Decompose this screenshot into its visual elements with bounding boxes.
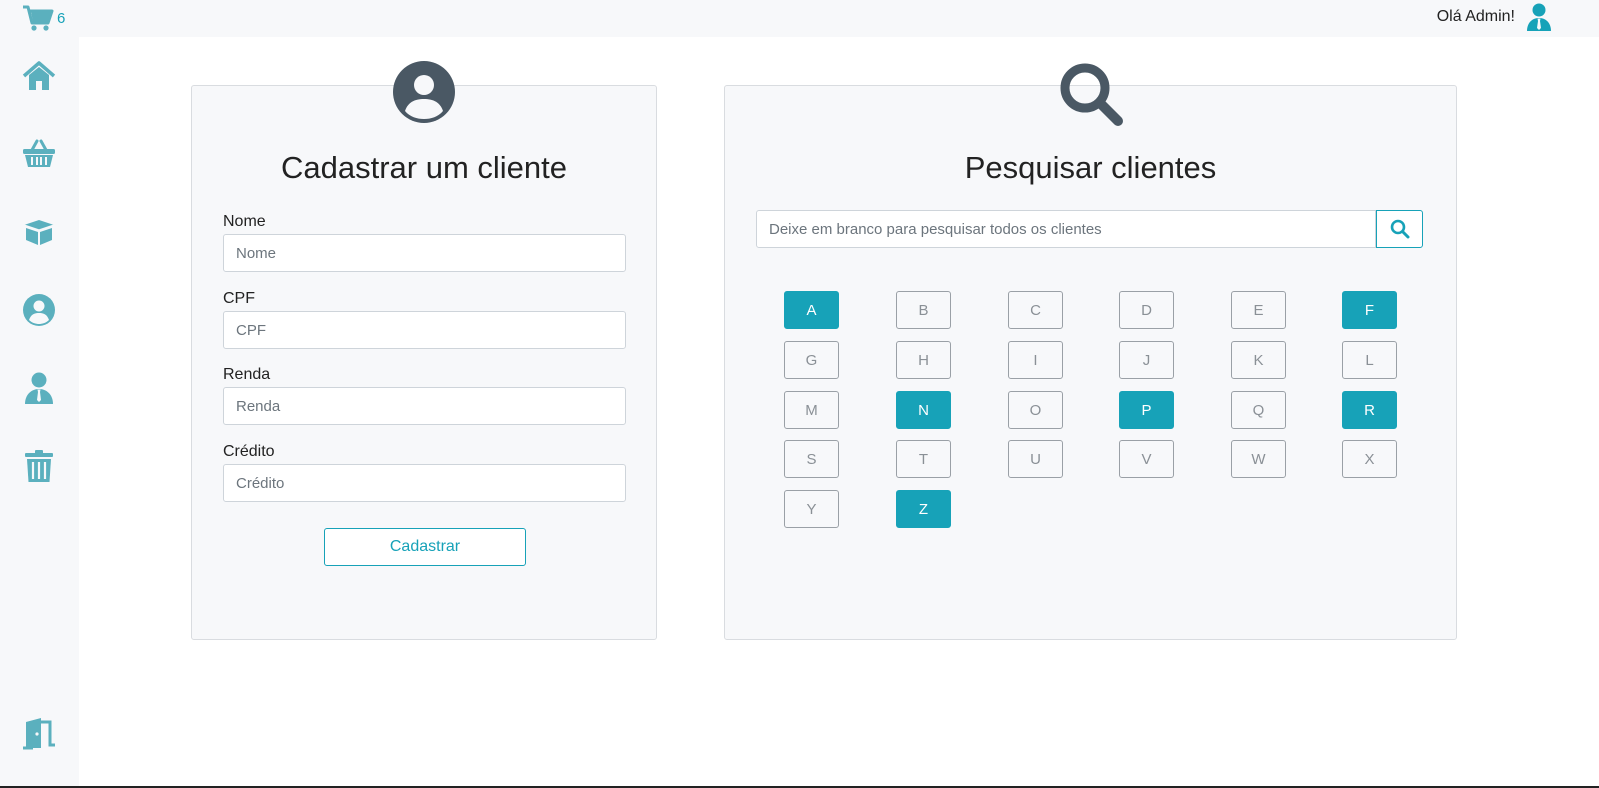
credit-label: Crédito xyxy=(223,443,275,460)
search-button[interactable] xyxy=(1376,210,1423,248)
user-tie-icon xyxy=(25,372,53,404)
home-icon xyxy=(22,61,56,90)
search-clients-card: Pesquisar clientes A B C D E F G H I J K L M N O P Q R S T U… xyxy=(724,63,1457,640)
credit-input[interactable] xyxy=(223,464,626,502)
letter-filter-d[interactable]: D xyxy=(1119,291,1174,329)
search-icon xyxy=(1390,219,1409,239)
letter-filter-s[interactable]: S xyxy=(784,440,839,478)
register-button[interactable]: Cadastrar xyxy=(324,528,526,566)
letter-filter-t[interactable]: T xyxy=(896,440,951,478)
sidebar-item-products[interactable] xyxy=(22,215,56,249)
cart-button[interactable]: 6 xyxy=(22,4,65,32)
search-title: Pesquisar clientes xyxy=(964,150,1217,185)
letter-filter-c[interactable]: C xyxy=(1008,291,1063,329)
letter-filter-p[interactable]: P xyxy=(1119,391,1174,429)
sidebar-item-clients[interactable] xyxy=(22,293,56,327)
register-client-card: Cadastrar um cliente Nome CPF Renda Créd… xyxy=(191,61,657,640)
letter-filter-l[interactable]: L xyxy=(1342,341,1397,379)
sidebar-item-trash[interactable] xyxy=(22,449,56,483)
letter-filter-g[interactable]: G xyxy=(784,341,839,379)
sidebar-item-home[interactable] xyxy=(22,59,56,93)
sidebar-item-logout[interactable] xyxy=(22,716,56,750)
name-label: Nome xyxy=(223,213,266,230)
door-exit-icon xyxy=(23,718,55,750)
letter-filter-u[interactable]: U xyxy=(1008,440,1063,478)
trash-icon xyxy=(25,450,53,482)
user-tie-icon[interactable] xyxy=(1526,3,1552,32)
letter-filter-k[interactable]: K xyxy=(1231,341,1286,379)
greeting-text: Olá Admin! xyxy=(1436,8,1515,25)
letter-filter-y[interactable]: Y xyxy=(784,490,839,528)
sidebar-item-users[interactable] xyxy=(22,371,56,405)
sidebar xyxy=(0,37,79,788)
search-input[interactable] xyxy=(756,210,1376,248)
letter-filter-w[interactable]: W xyxy=(1231,440,1286,478)
cpf-label: CPF xyxy=(223,290,255,307)
cpf-input[interactable] xyxy=(223,311,626,349)
letter-filter-m[interactable]: M xyxy=(784,391,839,429)
letter-filter-n[interactable]: N xyxy=(896,391,951,429)
letter-filter-i[interactable]: I xyxy=(1008,341,1063,379)
letter-filter-o[interactable]: O xyxy=(1008,391,1063,429)
letter-filter-h[interactable]: H xyxy=(896,341,951,379)
letter-filter-x[interactable]: X xyxy=(1342,440,1397,478)
user-circle-icon xyxy=(393,61,455,123)
cart-count: 6 xyxy=(57,10,66,27)
top-bar: 6 Olá Admin! xyxy=(0,0,1599,37)
letter-filter-e[interactable]: E xyxy=(1231,291,1286,329)
name-input[interactable] xyxy=(223,234,626,272)
letter-filter-v[interactable]: V xyxy=(1119,440,1174,478)
letter-filter-z[interactable]: Z xyxy=(896,490,951,528)
register-title: Cadastrar um cliente xyxy=(280,150,567,185)
income-label: Renda xyxy=(223,366,271,383)
basket-icon xyxy=(23,139,55,167)
main-content: Cadastrar um cliente Nome CPF Renda Créd… xyxy=(79,37,1599,788)
cart-icon xyxy=(23,5,54,31)
letter-filter-f[interactable]: F xyxy=(1342,291,1397,329)
letter-filter-q[interactable]: Q xyxy=(1231,391,1286,429)
letter-filter-a[interactable]: A xyxy=(784,291,839,329)
sidebar-item-basket[interactable] xyxy=(22,137,56,171)
user-circle-icon xyxy=(23,294,55,326)
letter-filter-j[interactable]: J xyxy=(1119,341,1174,379)
search-icon xyxy=(1060,63,1123,126)
letter-filter-b[interactable]: B xyxy=(896,291,951,329)
box-icon xyxy=(23,220,55,245)
income-input[interactable] xyxy=(223,387,626,425)
letter-filter-r[interactable]: R xyxy=(1342,391,1397,429)
